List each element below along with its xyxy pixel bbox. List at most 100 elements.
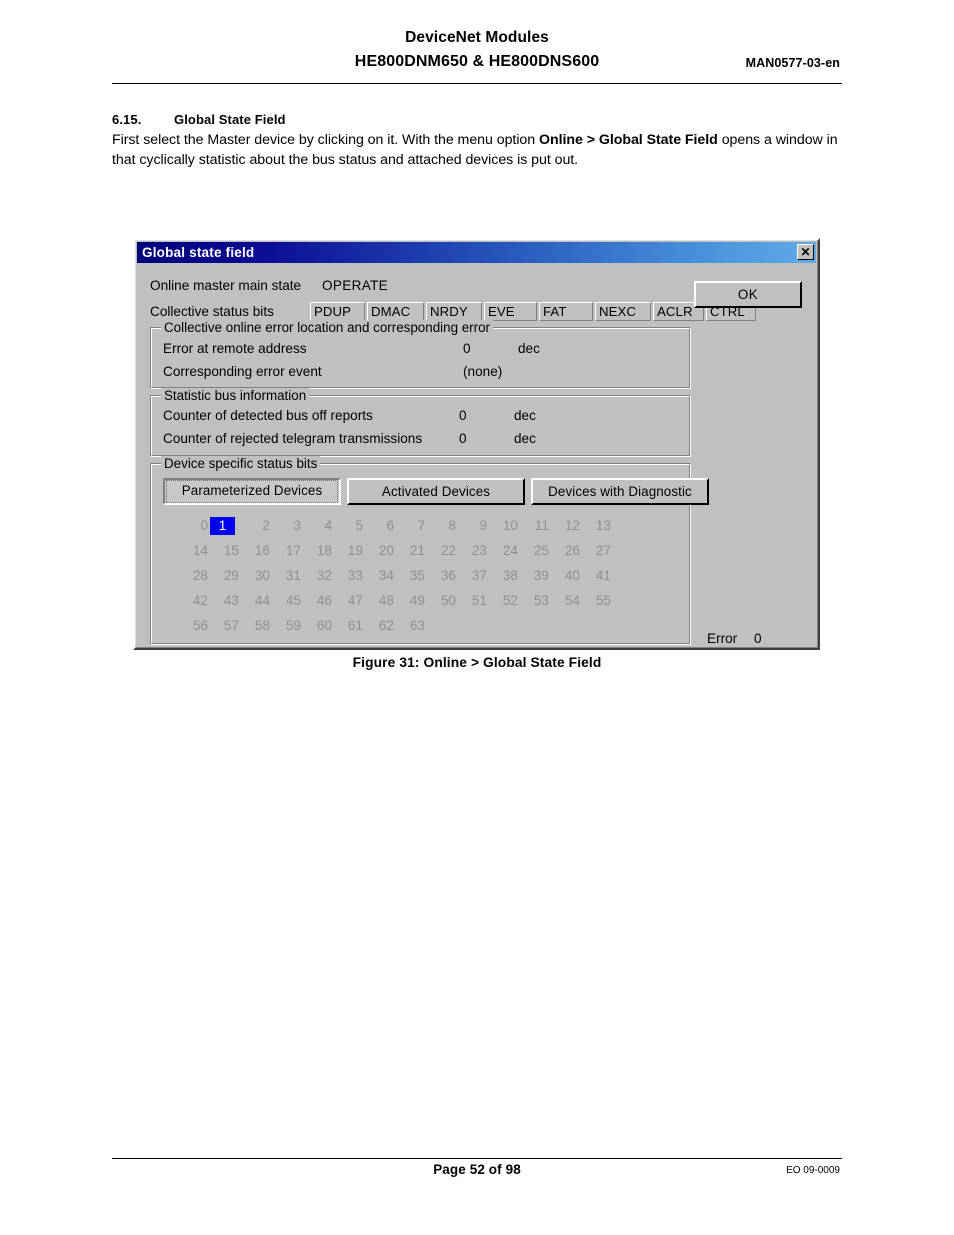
device-cell-27[interactable]: 27 [582,542,613,560]
collective-error-legend: Collective online error location and cor… [161,320,494,335]
bus-off-reports-label: Counter of detected bus off reports [163,408,373,423]
device-cell-52[interactable]: 52 [489,592,520,610]
device-cell-61[interactable]: 61 [334,617,365,635]
device-cell-14[interactable]: 14 [179,542,210,560]
device-cell-37[interactable]: 37 [458,567,489,585]
ok-button[interactable]: OK [694,281,802,308]
device-cell-28[interactable]: 28 [179,567,210,585]
error-readout: Error 0 [707,631,762,646]
device-cell-21[interactable]: 21 [396,542,427,560]
device-cell-46[interactable]: 46 [303,592,334,610]
device-cell-63[interactable]: 63 [396,617,427,635]
device-cell-53[interactable]: 53 [520,592,551,610]
device-cell-16[interactable]: 16 [241,542,272,560]
device-cell-9[interactable]: 9 [458,517,489,535]
error-remote-address-value: 0 [463,341,471,356]
corresponding-error-event-value: (none) [463,364,503,379]
device-cell-20[interactable]: 20 [365,542,396,560]
device-cell-39[interactable]: 39 [520,567,551,585]
main-state-value: OPERATE [322,278,389,293]
device-number-grid: 0 1 2 3 4 5 6 7 8 9 10 11 12 13 14 15 16 17 18 19 20 21 22 23 24… [179,513,629,638]
device-cell-60[interactable]: 60 [303,617,334,635]
device-cell-4[interactable]: 4 [303,517,334,535]
paragraph-text-before: First select the Master device by clicki… [112,132,539,148]
device-cell-29[interactable]: 29 [210,567,241,585]
tab-label: Activated Devices [381,484,491,499]
device-cell-17[interactable]: 17 [272,542,303,560]
device-cell-26[interactable]: 26 [551,542,582,560]
device-cell-35[interactable]: 35 [396,567,427,585]
device-cell-6[interactable]: 6 [365,517,396,535]
device-cell-56[interactable]: 56 [179,617,210,635]
status-bit-eve: EVE [484,302,537,321]
device-cell-7[interactable]: 7 [396,517,427,535]
close-icon[interactable]: ✕ [797,244,814,260]
tab-devices-with-diagnostic[interactable]: Devices with Diagnostic [531,478,709,505]
collective-status-bits-row: Collective status bits PDUP DMAC NRDY EVE FA… [150,302,758,321]
device-cell-38[interactable]: 38 [489,567,520,585]
tab-activated-devices[interactable]: Activated Devices [347,478,525,505]
device-cell-32[interactable]: 32 [303,567,334,585]
status-bit-nexc: NEXC [595,302,651,321]
section-title: Global State Field [174,112,286,127]
paragraph-menu-path: Online > Global State Field [539,132,718,148]
section-heading: 6.15. Global State Field [112,112,286,127]
device-cell-12[interactable]: 12 [551,517,582,535]
header-title-line1: DeviceNet Modules [405,29,549,46]
device-cell-47[interactable]: 47 [334,592,365,610]
status-bit-dmac: DMAC [367,302,424,321]
device-cell-44[interactable]: 44 [241,592,272,610]
device-cell-40[interactable]: 40 [551,567,582,585]
device-cell-43[interactable]: 43 [210,592,241,610]
section-paragraph: First select the Master device by clicki… [112,131,852,170]
device-cell-10[interactable]: 10 [489,517,520,535]
dialog-titlebar[interactable]: Global state field ✕ [137,242,816,263]
tab-parameterized-devices[interactable]: Parameterized Devices [163,478,341,505]
device-cell-31[interactable]: 31 [272,567,303,585]
device-cell-45[interactable]: 45 [272,592,303,610]
collective-error-groupbox-bevel [151,328,690,388]
device-cell-50[interactable]: 50 [427,592,458,610]
device-cell-36[interactable]: 36 [427,567,458,585]
rejected-telegrams-label: Counter of rejected telegram transmissio… [163,431,423,446]
device-cell-59[interactable]: 59 [272,617,303,635]
device-row: 28 29 30 31 32 33 34 35 36 37 38 39 40 41 [179,563,629,588]
device-cell-23[interactable]: 23 [458,542,489,560]
dialog-title: Global state field [142,245,255,260]
device-cell-62[interactable]: 62 [365,617,396,635]
corresponding-error-event-label: Corresponding error event [163,364,322,379]
device-cell-8[interactable]: 8 [427,517,458,535]
device-cell-22[interactable]: 22 [427,542,458,560]
device-cell-30[interactable]: 30 [241,567,272,585]
device-cell-41[interactable]: 41 [582,567,613,585]
device-cell-33[interactable]: 33 [334,567,365,585]
rejected-telegrams-value: 0 [459,431,467,446]
device-cell-49[interactable]: 49 [396,592,427,610]
device-cell-54[interactable]: 54 [551,592,582,610]
device-cell-13[interactable]: 13 [582,517,613,535]
device-cell-24[interactable]: 24 [489,542,520,560]
device-cell-25[interactable]: 25 [520,542,551,560]
section-number: 6.15. [112,112,142,127]
device-cell-3[interactable]: 3 [272,517,303,535]
device-cell-51[interactable]: 51 [458,592,489,610]
device-cell-19[interactable]: 19 [334,542,365,560]
device-cell-2[interactable]: 2 [241,517,272,535]
device-cell-1[interactable]: 1 [210,516,235,535]
device-cell-57[interactable]: 57 [210,617,241,635]
device-cell-0[interactable]: 0 [179,517,210,535]
device-cell-5[interactable]: 5 [334,517,365,535]
device-cell-55[interactable]: 55 [582,592,613,610]
dialog-body: Online master main state OPERATE Collecti… [137,263,816,646]
device-status-bits-legend: Device specific status bits [161,456,321,471]
status-bit-pdup: PDUP [310,302,365,321]
device-cell-15[interactable]: 15 [210,542,241,560]
device-cell-18[interactable]: 18 [303,542,334,560]
device-cell-42[interactable]: 42 [179,592,210,610]
device-cell-34[interactable]: 34 [365,567,396,585]
device-cell-11[interactable]: 11 [520,517,551,535]
error-remote-address-unit: dec [518,341,540,356]
device-cell-48[interactable]: 48 [365,592,396,610]
device-row: 0 1 2 3 4 5 6 7 8 9 10 11 12 13 [179,513,629,538]
device-cell-58[interactable]: 58 [241,617,272,635]
